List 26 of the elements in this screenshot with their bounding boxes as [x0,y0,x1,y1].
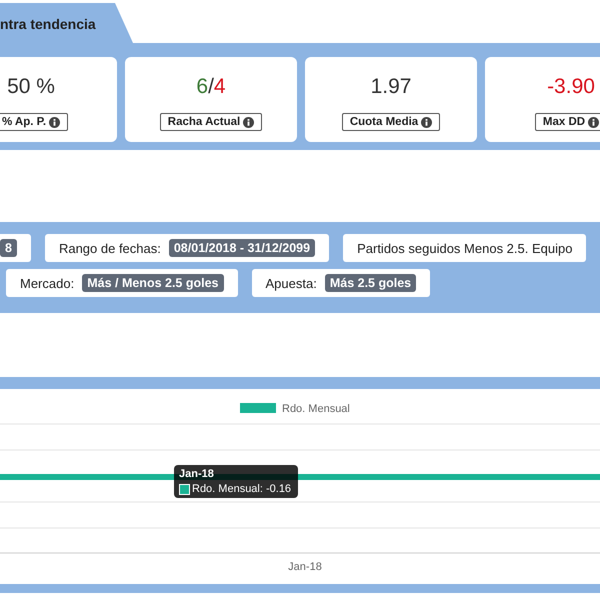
info-icon [421,116,432,128]
stat-label-button[interactable]: Cuota Media [342,113,440,131]
tooltip-text: Rdo. Mensual: -0.16 [192,483,292,495]
stat-label-button[interactable]: % Ap. P. [0,113,68,131]
stat-label-button[interactable]: Racha Actual [160,113,262,131]
tooltip-swatch-icon [179,484,190,494]
filter-value-badge: Más / Menos 2.5 goles [82,274,224,292]
stat-value: 6/4 [196,75,226,100]
tooltip-title: Jan-18 [179,468,215,480]
info-icon [588,116,600,128]
info-icon [49,116,60,128]
filter-value-badge: Más 2.5 goles [324,274,416,292]
filter-label: Apuesta: [266,276,317,290]
stat-value: 50 % [7,75,55,100]
legend-label[interactable]: Rdo. Mensual [282,403,350,415]
x-tick-label: Jan-18 [288,561,322,573]
filter-label: Partidos seguidos Menos 2.5. Equipo [357,240,572,256]
filter-value-badge: 08/01/2018 - 31/12/2099 [168,239,316,257]
stat-value: -3.90 [547,75,595,100]
filter-value-badge: 8 [0,239,17,257]
filter-label: Mercado: [20,276,74,290]
info-icon [243,116,254,128]
filter-label: Rango de fechas: [58,240,161,256]
stat-value: 1.97 [370,75,412,100]
stat-label-button[interactable]: Max DD [534,113,600,131]
section-tab[interactable]: ntra tendencia [0,3,133,43]
